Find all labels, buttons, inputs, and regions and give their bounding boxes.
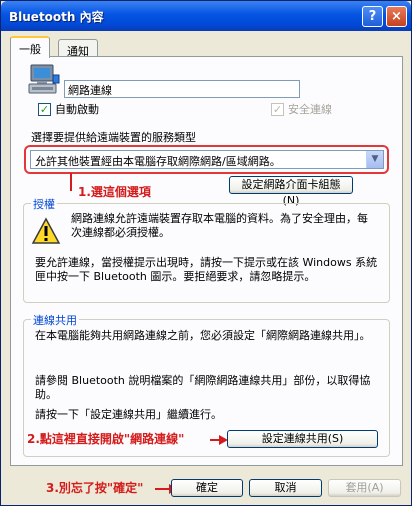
connection-name-input[interactable]: 網路連線 [64, 80, 300, 98]
ics-text-2: 請參閱 Bluetooth 說明檔案的「網際網路連線共用」部份，以取得協助。 [35, 374, 371, 401]
warning-icon [31, 217, 61, 244]
window-title: Bluetooth 內容 [9, 10, 104, 24]
chevron-down-icon[interactable]: ▼ [366, 151, 383, 168]
service-type-select[interactable]: 允許其他裝置經由本電腦存取網際網路/區域網路。 ▼ [30, 150, 384, 169]
bluetooth-properties-dialog: Bluetooth 內容 ? × 一般 通知 網路連線 ✓ 自動啟動 ✓ 安全連… [0, 0, 412, 506]
authorization-text-1: 網路連線允許遠端裝置存取本電腦的資料。為了安全理由，每次連線都必須授權。 [71, 212, 368, 239]
auto-start-check-icon[interactable]: ✓ [38, 102, 51, 116]
close-button[interactable]: × [386, 6, 407, 27]
title-bar[interactable]: Bluetooth 內容 ? × [1, 1, 411, 31]
ok-button[interactable]: 確定 [171, 479, 243, 497]
secure-check-icon: ✓ [271, 102, 284, 116]
cancel-button[interactable]: 取消 [249, 479, 322, 497]
ics-text-1: 在本電腦能夠共用網路連線之前，您必須設定「網際網路連線共用」。 [35, 329, 371, 342]
configure-adapter-button[interactable]: 設定網路介面卡組態(N) [229, 176, 353, 207]
auto-start-label: 自動啟動 [55, 103, 99, 116]
annotation-step-2: 2.點這裡直接開啟"網路連線" [27, 432, 185, 446]
connection-sharing-title: 連線共用 [31, 312, 79, 328]
service-type-prompt: 選擇要提供給遠端裝置的服務類型 [31, 131, 196, 144]
setup-connection-sharing-button[interactable]: 設定連線共用(S) [227, 430, 378, 448]
auto-start-checkbox[interactable]: ✓ 自動啟動 [38, 102, 99, 116]
service-type-selected: 允許其他裝置經由本電腦存取網際網路/區域網路。 [35, 155, 281, 168]
secure-connection-checkbox: ✓ 安全連線 [271, 102, 332, 116]
network-computer-icon [28, 64, 60, 94]
help-button[interactable]: ? [362, 6, 383, 27]
secure-connection-label: 安全連線 [288, 103, 332, 116]
ics-text-3: 請按一下「設定連線共用」繼續進行。 [35, 408, 222, 421]
tab-general[interactable]: 一般 [10, 36, 50, 58]
apply-button: 套用(A) [328, 479, 401, 497]
annotation-1-line [70, 173, 72, 191]
authorization-text-2: 要允許連線，當授權提示出現時，請按一下提示或在該 Windows 系統匣中按一下… [35, 256, 378, 283]
annotation-step-3: 3.別忘了按"確定" [46, 481, 144, 495]
authorization-title: 授權 [31, 196, 57, 212]
annotation-step-1: 1.選這個選項 [78, 185, 151, 199]
